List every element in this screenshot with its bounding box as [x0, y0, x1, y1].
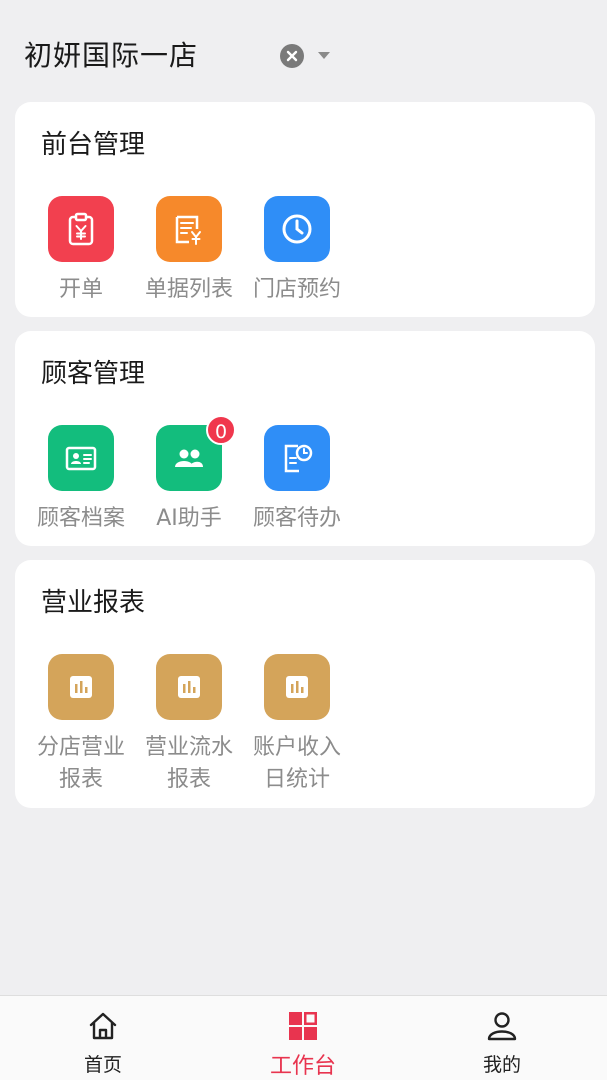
item-create-order[interactable]: 开单 — [27, 196, 135, 306]
receipt-yen-tile[interactable] — [156, 196, 222, 262]
item-label-line1: 营业流水 — [144, 735, 233, 760]
tab-mine[interactable]: 我的 — [442, 996, 562, 1080]
bottom-tab-bar: 首页 工作台 我的 — [0, 995, 607, 1080]
section-title: 前台管理 — [41, 130, 146, 160]
bar-chart-tile[interactable] — [156, 654, 222, 720]
item-label-line2: 日统计 — [263, 767, 330, 792]
item-label-line2: 报表 — [58, 767, 103, 792]
bar-chart-icon — [70, 676, 92, 698]
item-label: 营业流水 报表 — [135, 732, 243, 796]
users-tile[interactable]: 0 — [156, 415, 236, 491]
item-daily-income-stats[interactable]: 账户收入 日统计 — [243, 654, 351, 796]
item-customer-todo[interactable]: 顾客待办 — [243, 425, 351, 535]
item-label: 账户收入 日统计 — [243, 732, 351, 796]
clipboard-yen-tile[interactable] — [48, 196, 114, 262]
section-customer: 顾客管理 顾客档案 0 AI助手 顾客待办 — [15, 331, 595, 546]
clipboard-yen-icon — [68, 212, 94, 246]
item-transaction-report[interactable]: 营业流水 报表 — [135, 654, 243, 796]
item-order-list[interactable]: 单据列表 — [135, 196, 243, 306]
item-label-line1: 分店营业 — [36, 735, 125, 760]
item-label: 开单 — [58, 277, 103, 302]
store-name[interactable]: 初妍国际一店 — [24, 34, 198, 74]
close-circle-icon[interactable] — [280, 44, 304, 68]
tab-label: 我的 — [482, 1054, 521, 1076]
document-clock-tile[interactable] — [264, 425, 330, 491]
document-clock-icon — [284, 444, 313, 473]
section-front-desk: 前台管理 开单 单据列表 门店预约 — [15, 102, 595, 317]
item-branch-report[interactable]: 分店营业 报表 — [27, 654, 135, 796]
item-label: 顾客待办 — [252, 506, 341, 531]
clock-icon — [282, 214, 312, 244]
user-icon — [487, 1012, 517, 1041]
bar-chart-tile[interactable] — [48, 654, 114, 720]
item-label: 顾客档案 — [36, 506, 125, 531]
notification-badge: 0 — [206, 415, 236, 445]
item-label-line1: 账户收入 — [252, 735, 341, 760]
tab-home[interactable]: 首页 — [43, 996, 163, 1080]
users-icon — [175, 449, 203, 467]
item-label: 单据列表 — [144, 277, 233, 302]
item-label: 分店营业 报表 — [27, 732, 135, 796]
item-label-line2: 报表 — [166, 767, 211, 792]
id-card-icon — [65, 446, 97, 471]
clock-tile[interactable] — [264, 196, 330, 262]
tab-label: 首页 — [83, 1054, 122, 1076]
bar-chart-icon — [178, 676, 200, 698]
item-ai-assistant[interactable]: 0 AI助手 — [135, 415, 243, 535]
receipt-yen-icon — [175, 215, 201, 245]
bar-chart-icon — [286, 676, 308, 698]
header: 初妍国际一店 — [0, 0, 607, 100]
item-label: 门店预约 — [252, 277, 341, 302]
grid-icon — [289, 1012, 317, 1040]
chevron-down-icon[interactable] — [318, 52, 330, 59]
section-title: 营业报表 — [41, 588, 146, 618]
section-title: 顾客管理 — [41, 359, 146, 389]
item-customer-profile[interactable]: 顾客档案 — [27, 425, 135, 535]
bar-chart-tile[interactable] — [264, 654, 330, 720]
item-store-appointment[interactable]: 门店预约 — [243, 196, 351, 306]
section-business-reports: 营业报表 分店营业 报表 营业流水 报表 账户收入 日统计 — [15, 560, 595, 808]
id-card-tile[interactable] — [48, 425, 114, 491]
home-icon — [89, 1012, 117, 1040]
tab-workbench[interactable]: 工作台 — [243, 996, 363, 1080]
item-label: AI助手 — [156, 506, 222, 531]
tab-label: 工作台 — [269, 1054, 336, 1079]
